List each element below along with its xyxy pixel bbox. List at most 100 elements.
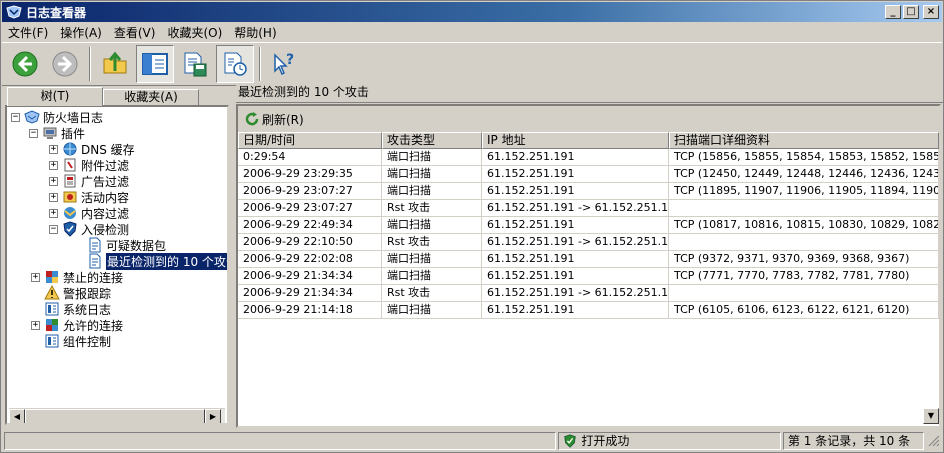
tree-item-recent-attacks[interactable]: 最近检测到的 10 个攻击 [87, 252, 227, 270]
content-pane: 最近检测到的 10 个攻击 刷新(R) 日期/时间 攻击类型 IP 地址 扫描端… [236, 83, 943, 428]
tree-item-label: 最近检测到的 10 个攻击 [106, 252, 227, 270]
table-row[interactable]: 2006-9-29 22:02:08 端口扫描 61.152.251.191 T… [238, 251, 939, 268]
maximize-button[interactable]: □ [903, 5, 919, 19]
dns-icon [63, 142, 77, 156]
title-bar: 日志查看器 _ □ × [2, 2, 942, 22]
collapse-icon[interactable]: − [11, 112, 20, 122]
collapse-icon[interactable]: − [29, 128, 38, 138]
intrusion-shield-icon [63, 221, 77, 237]
tree-item-active-content[interactable]: + 活动内容 [49, 189, 129, 205]
ad-icon [64, 174, 76, 188]
cell-ip: 61.152.251.191 [482, 268, 669, 284]
tab-favorites[interactable]: 收藏夹(A) [103, 89, 199, 105]
column-header-datetime[interactable]: 日期/时间 [238, 132, 382, 149]
table-row[interactable]: 2006-9-29 23:29:35 端口扫描 61.152.251.191 T… [238, 166, 939, 183]
menu-view[interactable]: 查看(V) [108, 24, 162, 41]
tab-tree[interactable]: 树(T) [7, 87, 103, 106]
expand-icon[interactable]: + [49, 144, 58, 154]
tree-item-firewall-log[interactable]: − 防火墙日志 [11, 109, 103, 125]
resize-grip-icon[interactable] [928, 435, 940, 447]
log-panel: 刷新(R) 日期/时间 攻击类型 IP 地址 扫描端口详细资料 0:29:54 … [236, 104, 941, 428]
up-folder-button[interactable] [96, 45, 134, 83]
tree-item-suspicious-packets[interactable]: 可疑数据包 [87, 237, 166, 253]
scroll-left-icon[interactable]: ◀ [9, 409, 25, 423]
expand-icon[interactable]: + [49, 176, 58, 186]
status-panel-message: 打开成功 [558, 432, 781, 450]
menu-help[interactable]: 帮助(H) [228, 24, 282, 41]
scroll-thumb[interactable] [25, 409, 205, 423]
tree-item-allowed-connections[interactable]: + 允许的连接 [31, 317, 123, 333]
column-header-attack-type[interactable]: 攻击类型 [382, 132, 482, 149]
cell-port-details: TCP (11895, 11907, 11906, 11905, 11894, … [669, 183, 939, 199]
expand-icon[interactable]: + [49, 160, 58, 170]
tree-item-alert-tracking[interactable]: 警报跟踪 [44, 285, 111, 301]
forward-button[interactable] [46, 45, 84, 83]
expand-icon[interactable]: + [49, 208, 58, 218]
back-button[interactable] [6, 45, 44, 83]
forward-icon [52, 51, 78, 77]
expand-icon[interactable]: + [49, 192, 58, 202]
table-row[interactable]: 2006-9-29 21:34:34 端口扫描 61.152.251.191 T… [238, 268, 939, 285]
close-button[interactable]: × [923, 5, 939, 19]
expand-icon[interactable]: + [31, 272, 40, 282]
tree-view[interactable]: − 防火墙日志 − 插件 + DNS 缓存 + 附件过滤 + 广告过滤 + 活动… [5, 105, 229, 425]
menu-action[interactable]: 操作(A) [54, 24, 108, 41]
cell-ip: 61.152.251.191 [482, 166, 669, 182]
toolbar-separator [259, 47, 261, 81]
firewall-icon [24, 110, 40, 124]
save-log-button[interactable] [176, 45, 214, 83]
cell-datetime: 0:29:54 [238, 149, 382, 165]
table-row[interactable]: 2006-9-29 23:07:27 端口扫描 61.152.251.191 T… [238, 183, 939, 200]
schedule-log-button[interactable] [216, 45, 254, 83]
status-panel-records: 第 1 条记录，共 10 条 [782, 432, 925, 450]
tree-item-label: 入侵检测 [81, 222, 130, 237]
cell-ip: 61.152.251.191 [482, 302, 669, 318]
cell-attack-type: 端口扫描 [382, 268, 482, 284]
document-icon [89, 253, 101, 269]
help-pointer-button[interactable]: ? [266, 45, 304, 83]
scroll-down-icon[interactable]: ▼ [923, 408, 939, 424]
help-pointer-icon: ? [274, 52, 294, 76]
cell-attack-type: 端口扫描 [382, 183, 482, 199]
tree-item-system-log[interactable]: 系统日志 [44, 301, 111, 317]
column-header-ip[interactable]: IP 地址 [482, 132, 669, 149]
menu-favorites[interactable]: 收藏夹(O) [161, 24, 228, 41]
tree-item-label: 组件控制 [63, 334, 112, 349]
tree-item-content-filter[interactable]: + 内容过滤 [49, 205, 129, 221]
cell-datetime: 2006-9-29 22:02:08 [238, 251, 382, 267]
tree-item-label: 附件过滤 [81, 158, 130, 173]
column-header-port-details[interactable]: 扫描端口详细资料 [669, 132, 939, 149]
tree-item-attachment-filter[interactable]: + 附件过滤 [49, 157, 129, 173]
tree-item-blocked-connections[interactable]: + 禁止的连接 [31, 269, 123, 285]
cell-attack-type: 端口扫描 [382, 217, 482, 233]
table-row[interactable]: 2006-9-29 22:49:34 端口扫描 61.152.251.191 T… [238, 217, 939, 234]
expand-icon[interactable]: + [31, 320, 40, 330]
show-tree-button[interactable] [136, 45, 174, 83]
pane-splitter[interactable] [231, 87, 235, 426]
content-title: 最近检测到的 10 个攻击 [236, 83, 943, 103]
tree-item-label: 允许的连接 [63, 318, 124, 333]
window-title: 日志查看器 [26, 5, 87, 20]
horizontal-scrollbar[interactable]: ◀ ▶ [9, 408, 225, 423]
tree-item-component-control[interactable]: 组件控制 [44, 333, 111, 349]
table-row[interactable]: 2006-9-29 21:14:18 端口扫描 61.152.251.191 T… [238, 302, 939, 319]
table-row[interactable]: 0:29:54 端口扫描 61.152.251.191 TCP (15856, … [238, 149, 939, 166]
menu-file[interactable]: 文件(F) [2, 24, 54, 41]
collapse-icon[interactable]: − [49, 224, 58, 234]
table-header: 日期/时间 攻击类型 IP 地址 扫描端口详细资料 [238, 132, 939, 149]
scroll-right-icon[interactable]: ▶ [205, 409, 221, 423]
tree-item-ad-filter[interactable]: + 广告过滤 [49, 173, 129, 189]
table-row[interactable]: 2006-9-29 22:10:50 Rst 攻击 61.152.251.191… [238, 234, 939, 251]
tree-item-dns-cache[interactable]: + DNS 缓存 [49, 141, 135, 157]
table-row[interactable]: 2006-9-29 21:34:34 Rst 攻击 61.152.251.191… [238, 285, 939, 302]
status-message: 打开成功 [581, 434, 630, 448]
tree-item-intrusion-detection[interactable]: − 入侵检测 [49, 221, 129, 237]
tree-item-plugins[interactable]: − 插件 [29, 125, 85, 141]
content-toolbar: 刷新(R) [238, 106, 939, 132]
minimize-button[interactable]: _ [885, 5, 901, 19]
cell-ip: 61.152.251.191 -> 61.152.251.191 [482, 200, 669, 216]
tree-item-label: DNS 缓存 [81, 142, 135, 157]
system-log-icon [45, 302, 59, 316]
refresh-button[interactable]: 刷新(R) [244, 111, 304, 128]
table-row[interactable]: 2006-9-29 23:07:27 Rst 攻击 61.152.251.191… [238, 200, 939, 217]
